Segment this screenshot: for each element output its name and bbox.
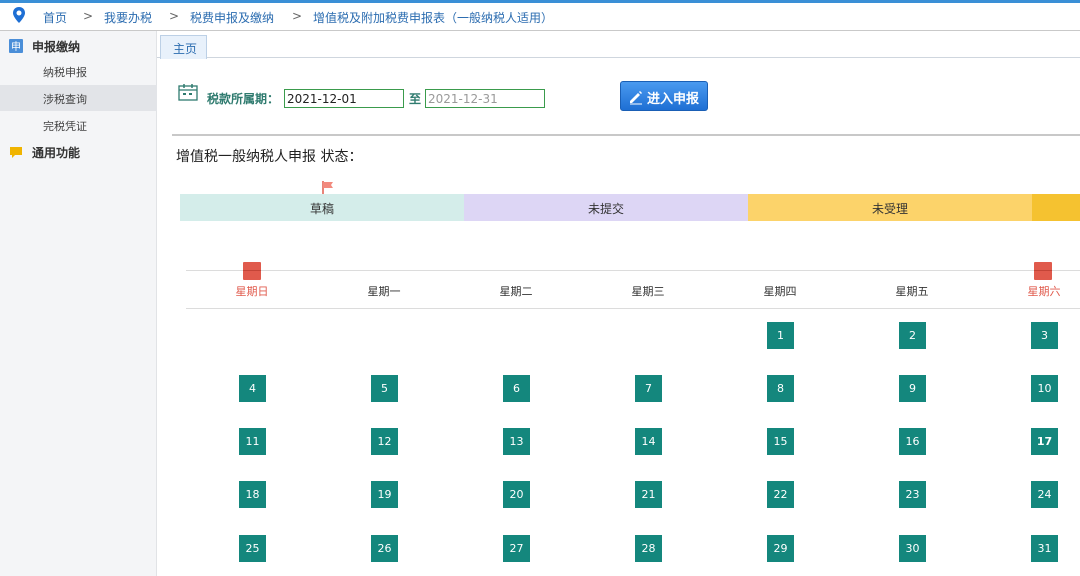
calendar-day[interactable]: 11 xyxy=(239,428,266,455)
weekday-label: 星期六 xyxy=(1027,285,1061,298)
weekend-marker-icon xyxy=(1034,262,1052,280)
tab-bar: 主页 xyxy=(157,31,1080,59)
calendar-day[interactable]: 6 xyxy=(503,375,530,402)
speech-bubble-icon xyxy=(10,147,22,158)
tab-home[interactable]: 主页 xyxy=(160,35,207,59)
enter-declaration-label: 进入申报 xyxy=(647,91,700,106)
enter-declaration-button[interactable]: 进入申报 xyxy=(620,81,708,111)
status-label: 未受理 xyxy=(871,202,908,216)
calendar-day[interactable]: 7 xyxy=(635,375,662,402)
calendar-header-bottom-line xyxy=(978,308,1080,309)
breadcrumb-separator: > xyxy=(169,9,180,23)
calendar-day[interactable]: 21 xyxy=(635,481,662,508)
calendar-day[interactable]: 10 xyxy=(1031,375,1058,402)
sidebar: 申 申报缴纳 纳税申报 涉税查询 完税凭证 通用功能 xyxy=(0,31,157,576)
calendar-day[interactable]: 1 xyxy=(767,322,794,349)
weekday-label: 星期三 xyxy=(631,285,665,298)
breadcrumb-bar: 首页 > 我要办税 > 税费申报及缴纳 > 增值税及附加税费申报表（一般纳税人适… xyxy=(0,0,1080,31)
sidebar-item-tax-declaration[interactable]: 纳税申报 xyxy=(0,58,157,84)
calendar-day[interactable]: 2 xyxy=(899,322,926,349)
sidebar-item-label: 涉税查询 xyxy=(43,93,87,106)
calendar-day[interactable]: 3 xyxy=(1031,322,1058,349)
calendar-day[interactable]: 9 xyxy=(899,375,926,402)
breadcrumb-separator: > xyxy=(83,9,94,23)
period-start-input[interactable] xyxy=(284,89,404,108)
pencil-icon xyxy=(630,91,642,105)
calendar-day[interactable]: 13 xyxy=(503,428,530,455)
section-divider xyxy=(172,134,1080,136)
sidebar-section-label: 申报缴纳 xyxy=(32,40,81,54)
breadcrumb-separator: > xyxy=(292,9,303,23)
calendar-day[interactable]: 4 xyxy=(239,375,266,402)
sidebar-section-label: 通用功能 xyxy=(32,146,81,160)
sidebar-item-label: 完税凭证 xyxy=(43,120,87,133)
svg-text:申: 申 xyxy=(11,40,21,53)
status-next xyxy=(1032,194,1080,221)
calendar-day[interactable]: 30 xyxy=(899,535,926,562)
sidebar-item-label: 纳税申报 xyxy=(43,66,87,79)
breadcrumb-tax-filing[interactable]: 税费申报及缴纳 xyxy=(190,9,274,26)
calendar-day[interactable]: 20 xyxy=(503,481,530,508)
calendar-day[interactable]: 25 xyxy=(239,535,266,562)
calendar-day[interactable]: 16 xyxy=(899,428,926,455)
calendar-day[interactable]: 28 xyxy=(635,535,662,562)
weekday-label: 星期五 xyxy=(895,285,929,298)
tax-period-label: 税款所属期： xyxy=(207,92,280,106)
calendar-day[interactable]: 31 xyxy=(1031,535,1058,562)
calendar-day[interactable]: 18 xyxy=(239,481,266,508)
calendar-day[interactable]: 14 xyxy=(635,428,662,455)
calendar-day[interactable]: 26 xyxy=(371,535,398,562)
calendar-header-bottom-line xyxy=(186,308,318,309)
calendar-day[interactable]: 15 xyxy=(767,428,794,455)
calendar-day[interactable]: 12 xyxy=(371,428,398,455)
status-title: 增值税一般纳税人申报 状态： xyxy=(176,149,363,165)
calendar-day[interactable]: 27 xyxy=(503,535,530,562)
calendar-day[interactable]: 22 xyxy=(767,481,794,508)
calendar-header-bottom-line xyxy=(318,308,978,309)
weekend-marker-icon xyxy=(243,262,261,280)
weekday-label: 星期日 xyxy=(235,285,269,298)
sidebar-section-filing[interactable]: 申 申报缴纳 xyxy=(0,33,157,59)
status-not-accepted: 未受理 xyxy=(748,194,1032,221)
weekday-label: 星期二 xyxy=(499,285,533,298)
calendar-header-top-line xyxy=(186,270,1080,271)
calendar-icon xyxy=(178,84,198,101)
status-label: 草稿 xyxy=(309,202,334,216)
breadcrumb-my-tax[interactable]: 我要办税 xyxy=(104,9,152,26)
calendar-day[interactable]: 19 xyxy=(371,481,398,508)
calendar-day[interactable]: 23 xyxy=(899,481,926,508)
breadcrumb-current: 增值税及附加税费申报表（一般纳税人适用） xyxy=(313,11,554,25)
weekday-label: 星期一 xyxy=(367,285,401,298)
calendar-day[interactable]: 17 xyxy=(1031,428,1058,455)
status-draft: 草稿 xyxy=(180,194,464,221)
tab-label: 主页 xyxy=(173,42,198,56)
status-label: 未提交 xyxy=(587,202,624,216)
period-end-input[interactable] xyxy=(425,89,545,108)
calendar-day[interactable]: 24 xyxy=(1031,481,1058,508)
calendar-day[interactable]: 29 xyxy=(767,535,794,562)
calendar-day[interactable]: 8 xyxy=(767,375,794,402)
status-not-submitted: 未提交 xyxy=(464,194,748,221)
weekday-label: 星期四 xyxy=(763,285,797,298)
sidebar-section-general[interactable]: 通用功能 xyxy=(0,139,157,165)
calendar-day[interactable]: 5 xyxy=(371,375,398,402)
sidebar-item-tax-query[interactable]: 涉税查询 xyxy=(0,85,157,111)
sidebar-item-tax-certificate[interactable]: 完税凭证 xyxy=(0,112,157,138)
period-to-label: 至 xyxy=(409,92,422,106)
location-pin-icon xyxy=(13,7,25,23)
shen-badge-icon: 申 xyxy=(9,39,23,53)
breadcrumb-home[interactable]: 首页 xyxy=(43,9,67,26)
